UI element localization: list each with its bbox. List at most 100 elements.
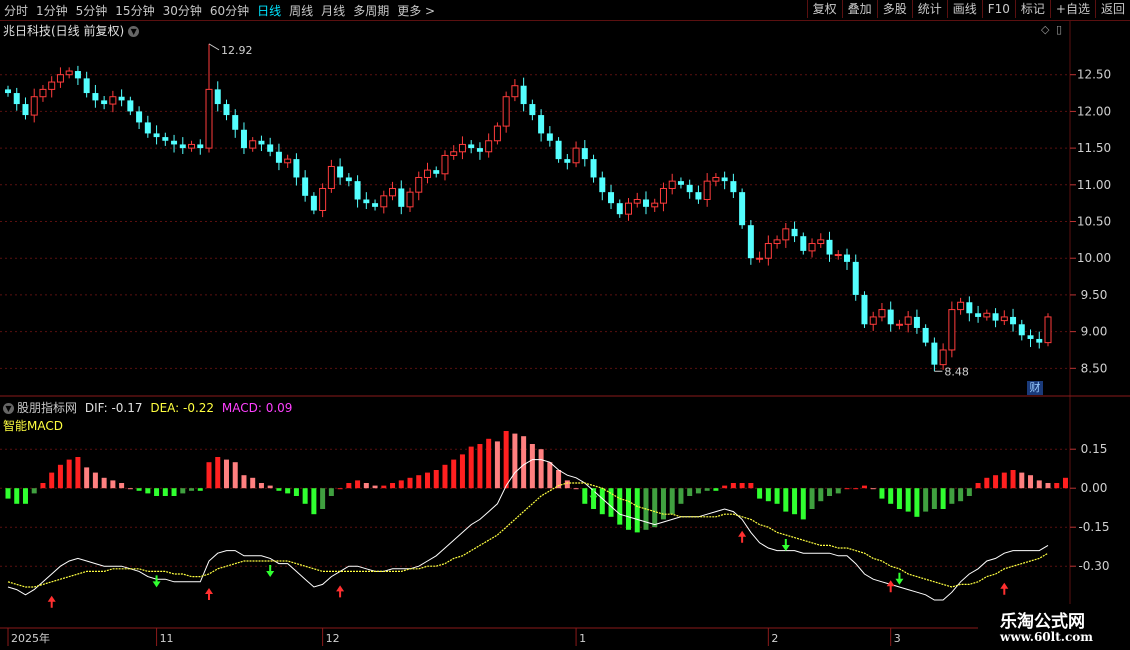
candle-body-up [48, 81, 56, 90]
candle-body-up [808, 243, 816, 252]
macd-bar [346, 483, 352, 489]
candle-body-up [389, 187, 397, 197]
candle-body-down [267, 144, 274, 152]
macd-bar [748, 483, 754, 489]
macd-bar [695, 488, 701, 494]
candle-body-up [1000, 316, 1008, 322]
candle-body-up [756, 257, 764, 260]
price-tick-label: 10.00 [1077, 251, 1111, 265]
date-tick-label: 2025年 [11, 631, 50, 645]
candle-body-down [747, 225, 754, 259]
macd-bar [538, 449, 544, 489]
date-tick-label: 3 [894, 632, 901, 645]
candle-body-up [659, 187, 667, 204]
candle-body-down [546, 133, 553, 141]
macd-bar [827, 488, 833, 496]
dea-value: DEA: -0.22 [150, 401, 215, 415]
macd-bar [223, 459, 229, 489]
macd-bar [529, 444, 535, 489]
indicator-header: ▼ 股朋指标网 DIF: -0.17 DEA: -0.22 MACD: 0.09 [3, 399, 292, 416]
macd-bar [215, 457, 221, 489]
candle-body-up [817, 239, 825, 245]
macd-bar [739, 483, 745, 489]
candle-body-up [939, 349, 947, 366]
candle-body-down [363, 199, 370, 204]
date-tick-label: 1 [579, 632, 586, 645]
macd-bar [582, 488, 588, 504]
candle-body-up [30, 96, 38, 116]
candle-body-down [398, 188, 405, 207]
candle-body-down [136, 111, 143, 123]
macd-bar [442, 464, 448, 489]
candle-body-down [468, 144, 475, 149]
macd-bar [783, 488, 789, 512]
candle-body-down [337, 166, 344, 178]
macd-bar [372, 485, 378, 489]
candle-body-down [1027, 335, 1034, 339]
price-tick-label: 11.00 [1077, 178, 1111, 192]
macd-bar [966, 488, 972, 496]
macd-tick-label: -0.15 [1078, 520, 1109, 534]
financial-badge[interactable]: 财 [1027, 381, 1043, 395]
chevron-down-icon[interactable]: ▼ [3, 403, 14, 414]
macd-bar [451, 459, 457, 489]
macd-bar [547, 462, 553, 489]
candle-body-up [188, 143, 196, 149]
candle-body-down [538, 115, 545, 134]
candle-body-down [197, 144, 204, 149]
macd-bar [416, 475, 422, 489]
macd-bar [171, 488, 177, 496]
macd-bar [975, 483, 981, 489]
price-tick-label: 9.00 [1081, 325, 1108, 339]
candle-body-up [284, 158, 292, 164]
macd-bar [704, 488, 710, 491]
candle-body-up [327, 165, 335, 189]
candle-body-down [345, 177, 352, 182]
macd-bar [949, 488, 955, 504]
macd-bar [573, 488, 579, 490]
macd-bar [800, 488, 806, 520]
candle-body-down [92, 93, 99, 101]
macd-bar [154, 488, 160, 496]
candle-body-up [380, 195, 388, 208]
macd-bar [923, 488, 929, 512]
price-tick-label: 11.50 [1077, 141, 1111, 155]
candle-body-up [782, 228, 790, 241]
macd-bar [652, 488, 658, 528]
candle-body-up [957, 301, 965, 311]
macd-bar [599, 488, 605, 515]
macd-bar [792, 488, 798, 515]
candle-body-up [415, 176, 423, 193]
candle-body-down [310, 195, 317, 211]
candle-body-down [730, 181, 737, 193]
candle-body-down [144, 122, 151, 134]
macd-bar [320, 488, 326, 509]
candle-body-down [74, 71, 81, 79]
macd-bar [888, 488, 894, 504]
macd-bar [486, 438, 492, 489]
candle-body-down [1018, 324, 1025, 336]
candle-body-up [625, 202, 633, 215]
macd-bar [818, 488, 824, 502]
macd-bar [22, 488, 28, 504]
candle-body-down [5, 89, 11, 94]
high-price-label: 12.92 [221, 44, 253, 57]
macd-bar [145, 488, 151, 494]
macd-bar [285, 488, 291, 494]
candle-body-down [529, 104, 536, 116]
candle-body-down [354, 181, 361, 200]
macd-tick-label: -0.30 [1078, 559, 1109, 573]
high-annotation-pointer [208, 43, 220, 51]
candle-body-down [555, 140, 562, 160]
macd-bar [521, 436, 527, 489]
candle-body-down [922, 327, 929, 343]
macd-bar [730, 483, 736, 489]
macd-bar [66, 459, 72, 489]
candle-body-down [843, 254, 850, 262]
macd-bar [958, 488, 964, 502]
candle-body-down [913, 316, 920, 328]
kline-chart[interactable]: ◇ ▯12.5012.0011.5011.0010.5010.009.509.00… [0, 0, 1130, 650]
price-tick-label: 12.50 [1077, 68, 1111, 82]
candle-body-down [22, 104, 29, 116]
macd-bar [1028, 475, 1034, 489]
